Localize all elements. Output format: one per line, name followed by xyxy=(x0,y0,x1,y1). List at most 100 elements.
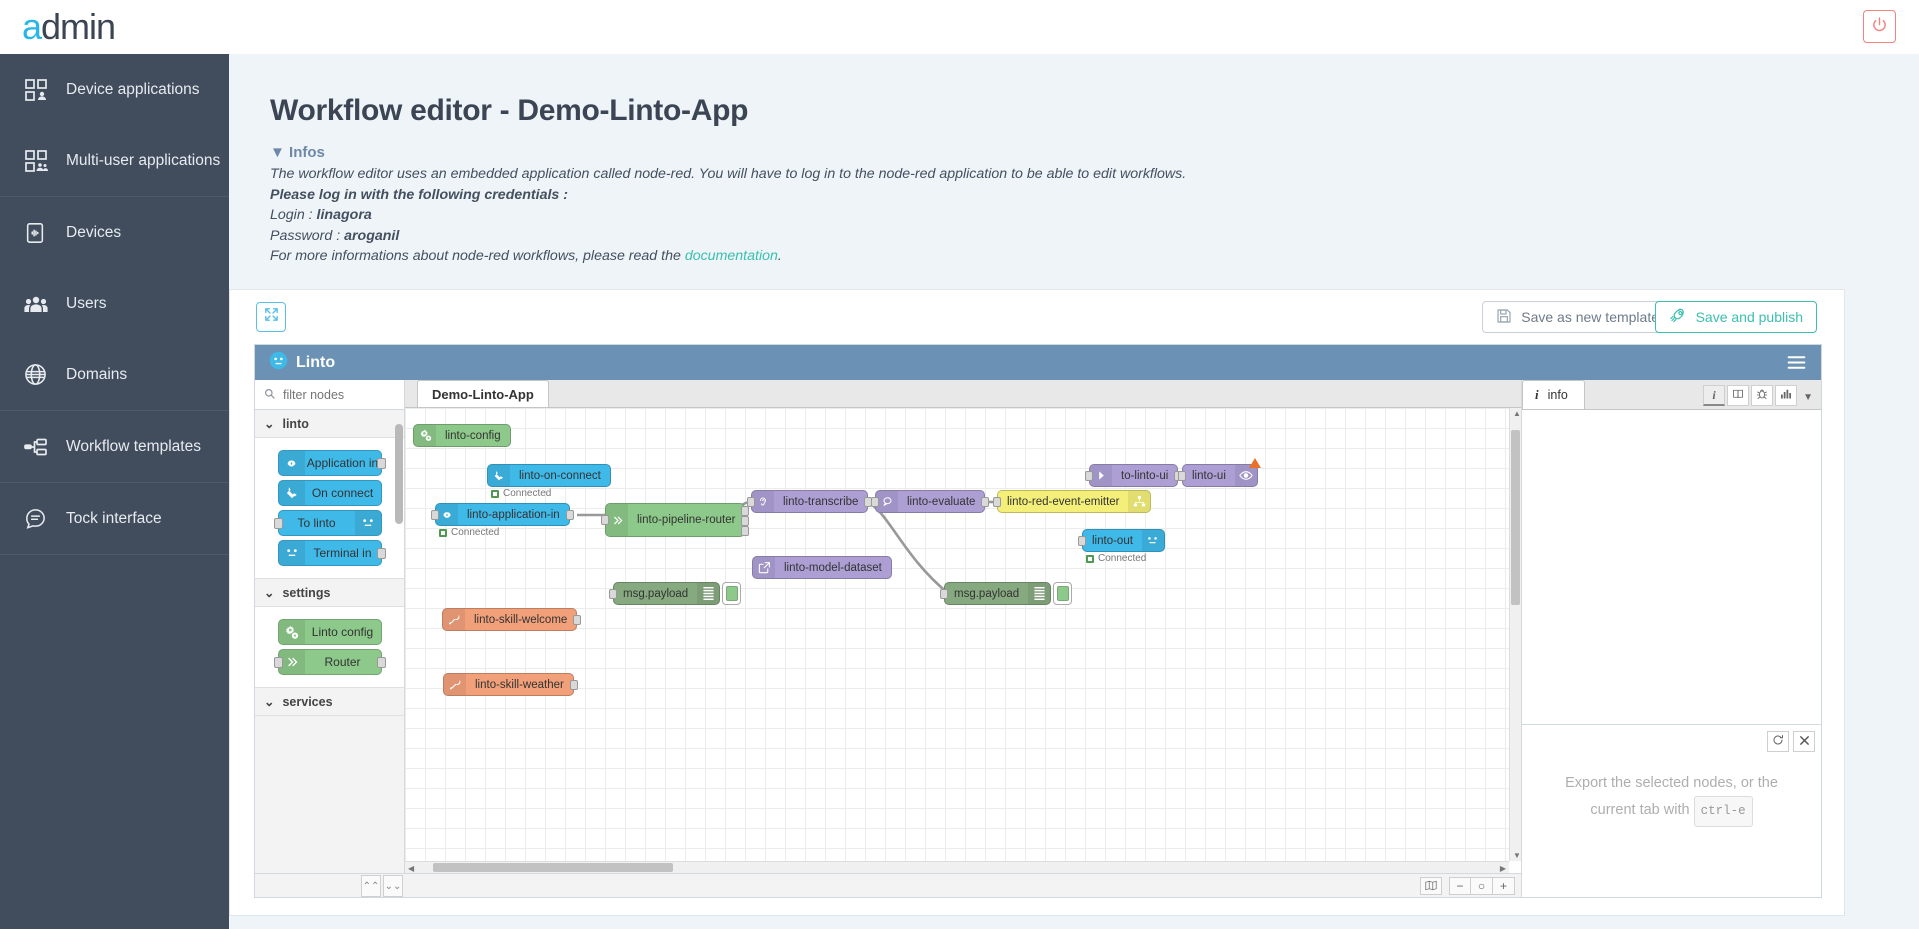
flow-node-linto-application-in[interactable]: linto-application-in xyxy=(431,503,574,526)
flow-node-msg-payload-2[interactable]: msg.payload xyxy=(940,582,1073,605)
debug-tab-button[interactable] xyxy=(1751,385,1774,406)
chevrons-up-icon[interactable]: ⌃⌃ xyxy=(361,875,381,897)
sidebar-item-multi-user-applications[interactable]: Multi-user applications xyxy=(0,125,229,196)
output-port[interactable] xyxy=(565,510,574,520)
filter-nodes-box[interactable] xyxy=(255,380,404,410)
input-port[interactable] xyxy=(940,589,948,599)
password-label: Password : xyxy=(270,227,345,244)
input-port[interactable] xyxy=(601,515,609,525)
palette-category-settings[interactable]: ⌄ settings xyxy=(255,579,404,607)
status-indicator-icon xyxy=(1086,554,1094,563)
flow-node-label: linto-application-in xyxy=(467,508,560,521)
output-port[interactable] xyxy=(376,548,386,559)
palette-node-to-linto[interactable]: To linto xyxy=(273,510,382,536)
zoom-controls: − ○ + xyxy=(1449,876,1515,895)
output-port[interactable] xyxy=(376,458,386,469)
input-port[interactable] xyxy=(431,510,439,520)
sidebar-item-workflow-templates[interactable]: Workflow templates xyxy=(0,411,229,482)
flow-node-linto-on-connect[interactable]: linto-on-connect xyxy=(487,464,611,487)
palette-category-services[interactable]: ⌄ services xyxy=(255,688,404,716)
debug-toggle-button[interactable] xyxy=(1053,582,1073,605)
zoom-reset-button[interactable]: ○ xyxy=(1471,876,1493,895)
flow-node-linto-skill-welcome[interactable]: linto-skill-welcome xyxy=(442,608,582,631)
flow-node-linto-pipeline-router[interactable]: linto-pipeline-router xyxy=(601,503,750,537)
scroll-down-icon[interactable]: ▼ xyxy=(1513,851,1521,860)
input-port[interactable] xyxy=(747,497,755,507)
input-port[interactable] xyxy=(1085,471,1093,481)
sidebar-item-devices[interactable]: Devices xyxy=(0,197,229,268)
output-port[interactable] xyxy=(569,680,578,690)
flow-node-linto-model-dataset[interactable]: linto-model-dataset xyxy=(752,556,892,579)
input-port[interactable] xyxy=(1078,536,1086,546)
tab-info[interactable]: i info xyxy=(1522,380,1585,409)
palette-node-linto-config[interactable]: Linto config xyxy=(277,619,382,645)
flow-node-linto-skill-weather[interactable]: linto-skill-weather xyxy=(443,673,578,696)
flow-node-linto-out[interactable]: linto-out xyxy=(1078,529,1165,552)
filter-nodes-input[interactable] xyxy=(281,386,386,403)
palette-scrollbar[interactable] xyxy=(395,410,403,560)
flow-node-linto-evaluate[interactable]: linto-evaluate xyxy=(871,490,990,513)
gears-icon xyxy=(414,425,436,446)
save-as-new-template-button[interactable]: Save as new template xyxy=(1482,301,1673,333)
sidebar-item-tock-interface[interactable]: Tock interface xyxy=(0,483,229,554)
book-icon xyxy=(1732,388,1744,403)
input-port[interactable] xyxy=(1178,471,1186,481)
info-tab-button[interactable]: i xyxy=(1703,385,1726,406)
help-tab-button[interactable] xyxy=(1727,385,1750,406)
refresh-button[interactable] xyxy=(1767,731,1789,752)
palette-node-application-in[interactable]: Application in xyxy=(277,450,386,476)
palette-scrollbar-thumb[interactable] xyxy=(395,424,403,524)
canvas-scrollbar-horizontal-thumb[interactable] xyxy=(433,863,673,872)
palette-node-terminal-in[interactable]: Terminal in xyxy=(277,540,386,566)
input-port[interactable] xyxy=(273,518,283,529)
input-port[interactable] xyxy=(993,497,1001,507)
canvas-scrollbar-horizontal[interactable]: ◀ ▶ xyxy=(405,861,1509,873)
chevron-down-icon: ⌄ xyxy=(264,695,275,709)
documentation-link[interactable]: documentation xyxy=(685,248,778,264)
output-port[interactable] xyxy=(981,497,990,507)
expand-fullscreen-button[interactable] xyxy=(256,302,286,332)
chevrons-down-icon[interactable]: ⌄⌄ xyxy=(383,875,403,897)
sidebar-item-device-applications[interactable]: Device applications xyxy=(0,54,229,125)
debug-toggle-button[interactable] xyxy=(722,582,742,605)
infos-toggle[interactable]: ▼ Infos xyxy=(270,144,325,161)
chart-tab-button[interactable] xyxy=(1775,385,1798,406)
flow-node-msg-payload-1[interactable]: msg.payload xyxy=(609,582,742,605)
chevron-down-icon[interactable]: ▼ xyxy=(1803,392,1813,403)
canvas-scrollbar-vertical[interactable]: ▲ ▼ xyxy=(1509,408,1521,861)
close-button[interactable] xyxy=(1793,731,1815,752)
zoom-in-button[interactable]: + xyxy=(1493,876,1515,895)
scroll-up-icon[interactable]: ▲ xyxy=(1513,409,1521,418)
scroll-left-icon[interactable]: ◀ xyxy=(408,864,414,873)
infos-body: The workflow editor uses an embedded app… xyxy=(270,164,1450,267)
flow-node-linto-red-event-emitter[interactable]: linto-red-event-emitter xyxy=(993,490,1152,513)
output-port-2[interactable] xyxy=(741,516,750,526)
scroll-right-icon[interactable]: ▶ xyxy=(1500,864,1506,873)
palette-category-linto[interactable]: ⌄ linto xyxy=(255,410,404,438)
navigator-icon[interactable] xyxy=(1420,876,1442,895)
sidebar-item-users[interactable]: Users xyxy=(0,268,229,339)
login-label: Login : xyxy=(270,207,317,223)
output-port-3[interactable] xyxy=(741,526,750,536)
output-port[interactable] xyxy=(573,615,582,625)
input-port[interactable] xyxy=(871,497,879,507)
logout-button[interactable] xyxy=(1863,10,1896,43)
hamburger-icon[interactable] xyxy=(1786,352,1807,378)
flow-node-to-linto-ui[interactable]: to-linto-ui xyxy=(1085,464,1183,487)
output-port-1[interactable] xyxy=(741,506,750,516)
flow-canvas[interactable]: linto-config linto-on-connect Connected … xyxy=(405,408,1521,873)
palette-node-router[interactable]: Router xyxy=(273,649,386,675)
flow-node-linto-config[interactable]: linto-config xyxy=(413,424,511,447)
palette-node-on-connect[interactable]: On connect xyxy=(277,480,382,506)
sidebar-item-domains[interactable]: Domains xyxy=(0,339,229,410)
save-and-publish-button[interactable]: Save and publish xyxy=(1654,301,1817,333)
canvas-scrollbar-vertical-thumb[interactable] xyxy=(1511,430,1520,605)
flow-node-linto-ui[interactable]: linto-ui xyxy=(1178,458,1261,487)
output-port[interactable] xyxy=(376,657,386,668)
zoom-out-button[interactable]: − xyxy=(1449,876,1471,895)
flow-node-linto-transcribe[interactable]: linto-transcribe xyxy=(747,490,873,513)
flow-tab-demo-linto-app[interactable]: Demo-Linto-App xyxy=(417,380,549,407)
input-port[interactable] xyxy=(609,589,617,599)
input-port[interactable] xyxy=(273,657,283,668)
flow-tab-label: Demo-Linto-App xyxy=(432,386,534,402)
